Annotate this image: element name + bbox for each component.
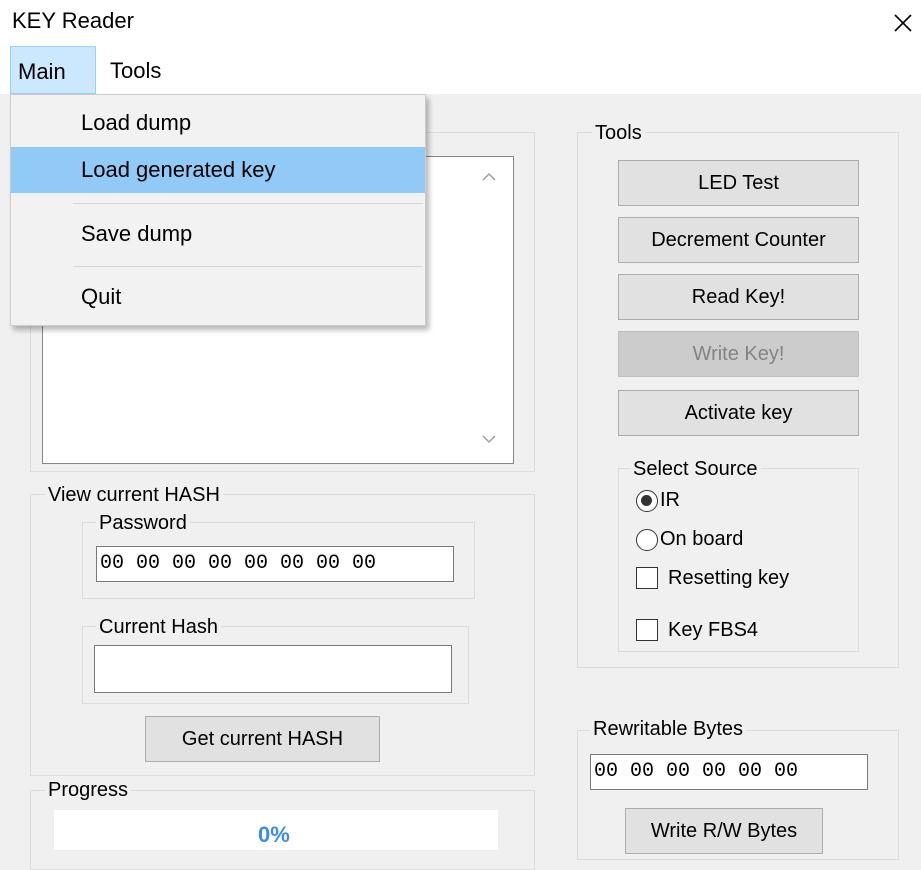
current-hash-label: Current Hash [96, 615, 221, 639]
close-icon[interactable] [888, 8, 918, 38]
menu-item-label: Save dump [81, 221, 193, 246]
current-hash-field[interactable] [94, 645, 452, 693]
key-fbs4-label: Key FBS4 [668, 619, 759, 641]
progress-percent: 0% [258, 822, 290, 847]
menu-main-label: Main [18, 59, 66, 84]
write-key-button[interactable]: Write Key! [618, 331, 859, 377]
on-board-label: On board [660, 528, 744, 550]
menu-item-label: Quit [81, 284, 122, 309]
menu-item-label: Load dump [81, 110, 192, 135]
main-dropdown-menu: Load dump Load generated key Save dump Q… [10, 94, 426, 326]
resetting-key-checkbox[interactable] [636, 567, 658, 589]
led-test-button[interactable]: LED Test [618, 160, 859, 206]
rewritable-bytes-field[interactable]: 00 00 00 00 00 00 [590, 754, 868, 790]
title-bar: KEY Reader [0, 0, 921, 46]
menu-main[interactable]: Main [10, 46, 96, 94]
ir-label: IR [660, 489, 680, 511]
decrement-counter-button[interactable]: Decrement Counter [618, 217, 859, 263]
write-rw-bytes-button[interactable]: Write R/W Bytes [625, 808, 823, 854]
select-source-label: Select Source [630, 457, 761, 481]
progress-label: Progress [45, 778, 132, 802]
scroll-up-icon[interactable] [479, 169, 499, 185]
get-current-hash-button[interactable]: Get current HASH [145, 716, 380, 762]
progress-bar: 0% [54, 810, 498, 850]
menu-item-label: Load generated key [81, 157, 276, 182]
ir-radio[interactable] [636, 490, 658, 512]
read-key-button[interactable]: Read Key! [618, 274, 859, 320]
window-title: KEY Reader [12, 8, 134, 33]
menu-item-save-dump[interactable]: Save dump [11, 211, 425, 257]
password-field[interactable]: 00 00 00 00 00 00 00 00 [96, 546, 454, 582]
menu-item-quit[interactable]: Quit [11, 274, 425, 320]
menu-tools[interactable]: Tools [100, 46, 180, 94]
menu-separator [73, 266, 423, 267]
resetting-key-label: Resetting key [668, 567, 790, 589]
menu-item-load-dump[interactable]: Load dump [11, 100, 425, 146]
on-board-radio[interactable] [636, 529, 658, 551]
menu-item-load-generated-key[interactable]: Load generated key [11, 147, 425, 193]
menu-bar: Main Tools [0, 46, 921, 94]
menu-tools-label: Tools [110, 58, 162, 83]
menu-separator [73, 203, 423, 204]
radio-selected-dot [641, 495, 652, 506]
activate-key-button[interactable]: Activate key [618, 390, 859, 436]
hash-group-label: View current HASH [45, 483, 223, 507]
password-label: Password [96, 511, 190, 535]
rewritable-label: Rewritable Bytes [590, 717, 747, 741]
key-fbs4-checkbox[interactable] [636, 619, 658, 641]
tools-group-label: Tools [592, 121, 645, 145]
scroll-down-icon[interactable] [479, 431, 499, 447]
